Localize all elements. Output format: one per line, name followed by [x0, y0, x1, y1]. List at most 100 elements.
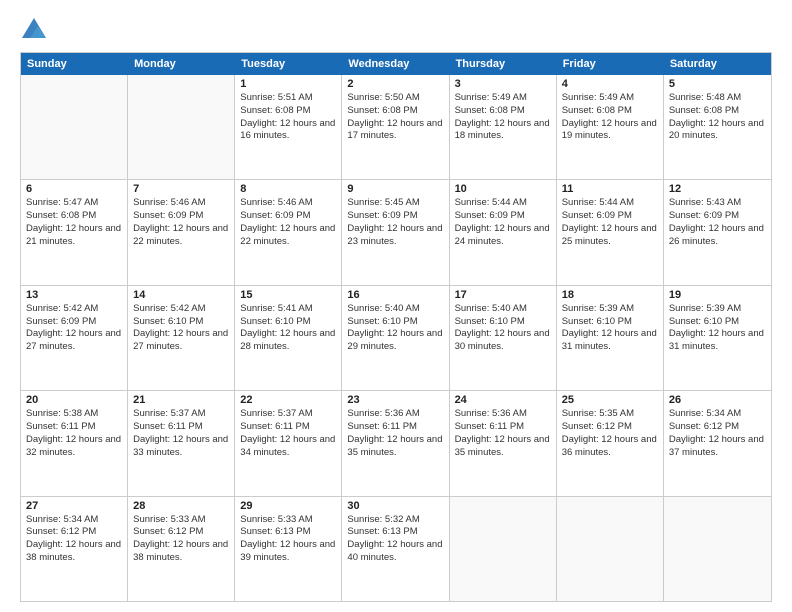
calendar-cell: 28 Sunrise: 5:33 AM Sunset: 6:12 PM Dayl…: [128, 497, 235, 601]
sunset-text: Sunset: 6:09 PM: [455, 210, 551, 223]
calendar-cell: 22 Sunrise: 5:37 AM Sunset: 6:11 PM Dayl…: [235, 391, 342, 495]
sunset-text: Sunset: 6:10 PM: [240, 316, 336, 329]
sunset-text: Sunset: 6:10 PM: [347, 316, 443, 329]
sunset-text: Sunset: 6:10 PM: [562, 316, 658, 329]
daylight-text: Daylight: 12 hours and 36 minutes.: [562, 434, 658, 460]
sunrise-text: Sunrise: 5:34 AM: [669, 408, 766, 421]
sunrise-text: Sunrise: 5:40 AM: [455, 303, 551, 316]
sunset-text: Sunset: 6:09 PM: [26, 316, 122, 329]
calendar-cell: [450, 497, 557, 601]
day-number: 19: [669, 289, 766, 301]
day-number: 20: [26, 394, 122, 406]
calendar-cell: 19 Sunrise: 5:39 AM Sunset: 6:10 PM Dayl…: [664, 286, 771, 390]
day-number: 27: [26, 500, 122, 512]
sunrise-text: Sunrise: 5:42 AM: [26, 303, 122, 316]
day-number: 16: [347, 289, 443, 301]
day-number: 7: [133, 183, 229, 195]
calendar-row-3: 13 Sunrise: 5:42 AM Sunset: 6:09 PM Dayl…: [21, 286, 771, 391]
daylight-text: Daylight: 12 hours and 39 minutes.: [240, 539, 336, 565]
sunrise-text: Sunrise: 5:48 AM: [669, 92, 766, 105]
daylight-text: Daylight: 12 hours and 28 minutes.: [240, 328, 336, 354]
page: SundayMondayTuesdayWednesdayThursdayFrid…: [0, 0, 792, 612]
calendar-cell: [557, 497, 664, 601]
calendar-cell: 9 Sunrise: 5:45 AM Sunset: 6:09 PM Dayli…: [342, 180, 449, 284]
sunset-text: Sunset: 6:11 PM: [347, 421, 443, 434]
day-number: 22: [240, 394, 336, 406]
sunrise-text: Sunrise: 5:43 AM: [669, 197, 766, 210]
calendar-cell: 18 Sunrise: 5:39 AM Sunset: 6:10 PM Dayl…: [557, 286, 664, 390]
calendar-cell: 12 Sunrise: 5:43 AM Sunset: 6:09 PM Dayl…: [664, 180, 771, 284]
sunset-text: Sunset: 6:10 PM: [669, 316, 766, 329]
daylight-text: Daylight: 12 hours and 22 minutes.: [133, 223, 229, 249]
calendar-cell: [128, 75, 235, 179]
header-day-sunday: Sunday: [21, 53, 128, 75]
daylight-text: Daylight: 12 hours and 38 minutes.: [133, 539, 229, 565]
header-day-tuesday: Tuesday: [235, 53, 342, 75]
sunrise-text: Sunrise: 5:39 AM: [669, 303, 766, 316]
calendar-cell: 2 Sunrise: 5:50 AM Sunset: 6:08 PM Dayli…: [342, 75, 449, 179]
calendar-cell: 8 Sunrise: 5:46 AM Sunset: 6:09 PM Dayli…: [235, 180, 342, 284]
logo: [20, 16, 54, 44]
header-day-thursday: Thursday: [450, 53, 557, 75]
sunset-text: Sunset: 6:09 PM: [669, 210, 766, 223]
daylight-text: Daylight: 12 hours and 32 minutes.: [26, 434, 122, 460]
calendar-cell: 17 Sunrise: 5:40 AM Sunset: 6:10 PM Dayl…: [450, 286, 557, 390]
calendar-cell: 27 Sunrise: 5:34 AM Sunset: 6:12 PM Dayl…: [21, 497, 128, 601]
daylight-text: Daylight: 12 hours and 31 minutes.: [562, 328, 658, 354]
sunset-text: Sunset: 6:08 PM: [669, 105, 766, 118]
daylight-text: Daylight: 12 hours and 19 minutes.: [562, 118, 658, 144]
calendar-cell: 13 Sunrise: 5:42 AM Sunset: 6:09 PM Dayl…: [21, 286, 128, 390]
sunset-text: Sunset: 6:13 PM: [347, 526, 443, 539]
sunrise-text: Sunrise: 5:47 AM: [26, 197, 122, 210]
header-day-friday: Friday: [557, 53, 664, 75]
calendar-header: SundayMondayTuesdayWednesdayThursdayFrid…: [21, 53, 771, 75]
sunset-text: Sunset: 6:09 PM: [240, 210, 336, 223]
sunset-text: Sunset: 6:11 PM: [133, 421, 229, 434]
calendar-cell: 4 Sunrise: 5:49 AM Sunset: 6:08 PM Dayli…: [557, 75, 664, 179]
sunset-text: Sunset: 6:11 PM: [455, 421, 551, 434]
logo-icon: [20, 16, 48, 44]
calendar-body: 1 Sunrise: 5:51 AM Sunset: 6:08 PM Dayli…: [21, 75, 771, 601]
daylight-text: Daylight: 12 hours and 16 minutes.: [240, 118, 336, 144]
day-number: 4: [562, 78, 658, 90]
calendar-cell: 24 Sunrise: 5:36 AM Sunset: 6:11 PM Dayl…: [450, 391, 557, 495]
header-day-wednesday: Wednesday: [342, 53, 449, 75]
daylight-text: Daylight: 12 hours and 38 minutes.: [26, 539, 122, 565]
sunrise-text: Sunrise: 5:33 AM: [240, 514, 336, 527]
header: [20, 16, 772, 44]
day-number: 15: [240, 289, 336, 301]
sunrise-text: Sunrise: 5:49 AM: [455, 92, 551, 105]
calendar-row-5: 27 Sunrise: 5:34 AM Sunset: 6:12 PM Dayl…: [21, 497, 771, 601]
daylight-text: Daylight: 12 hours and 24 minutes.: [455, 223, 551, 249]
daylight-text: Daylight: 12 hours and 37 minutes.: [669, 434, 766, 460]
daylight-text: Daylight: 12 hours and 20 minutes.: [669, 118, 766, 144]
sunrise-text: Sunrise: 5:34 AM: [26, 514, 122, 527]
sunset-text: Sunset: 6:08 PM: [240, 105, 336, 118]
sunrise-text: Sunrise: 5:49 AM: [562, 92, 658, 105]
day-number: 13: [26, 289, 122, 301]
calendar-cell: 21 Sunrise: 5:37 AM Sunset: 6:11 PM Dayl…: [128, 391, 235, 495]
calendar-cell: 5 Sunrise: 5:48 AM Sunset: 6:08 PM Dayli…: [664, 75, 771, 179]
sunrise-text: Sunrise: 5:37 AM: [240, 408, 336, 421]
calendar: SundayMondayTuesdayWednesdayThursdayFrid…: [20, 52, 772, 602]
calendar-row-1: 1 Sunrise: 5:51 AM Sunset: 6:08 PM Dayli…: [21, 75, 771, 180]
sunrise-text: Sunrise: 5:38 AM: [26, 408, 122, 421]
calendar-row-4: 20 Sunrise: 5:38 AM Sunset: 6:11 PM Dayl…: [21, 391, 771, 496]
sunrise-text: Sunrise: 5:44 AM: [455, 197, 551, 210]
sunrise-text: Sunrise: 5:45 AM: [347, 197, 443, 210]
calendar-cell: 14 Sunrise: 5:42 AM Sunset: 6:10 PM Dayl…: [128, 286, 235, 390]
sunset-text: Sunset: 6:08 PM: [562, 105, 658, 118]
day-number: 5: [669, 78, 766, 90]
daylight-text: Daylight: 12 hours and 30 minutes.: [455, 328, 551, 354]
daylight-text: Daylight: 12 hours and 33 minutes.: [133, 434, 229, 460]
sunset-text: Sunset: 6:10 PM: [133, 316, 229, 329]
day-number: 28: [133, 500, 229, 512]
calendar-cell: 6 Sunrise: 5:47 AM Sunset: 6:08 PM Dayli…: [21, 180, 128, 284]
calendar-cell: 26 Sunrise: 5:34 AM Sunset: 6:12 PM Dayl…: [664, 391, 771, 495]
calendar-cell: 10 Sunrise: 5:44 AM Sunset: 6:09 PM Dayl…: [450, 180, 557, 284]
sunset-text: Sunset: 6:12 PM: [562, 421, 658, 434]
calendar-cell: 3 Sunrise: 5:49 AM Sunset: 6:08 PM Dayli…: [450, 75, 557, 179]
calendar-cell: 1 Sunrise: 5:51 AM Sunset: 6:08 PM Dayli…: [235, 75, 342, 179]
header-day-monday: Monday: [128, 53, 235, 75]
sunrise-text: Sunrise: 5:32 AM: [347, 514, 443, 527]
